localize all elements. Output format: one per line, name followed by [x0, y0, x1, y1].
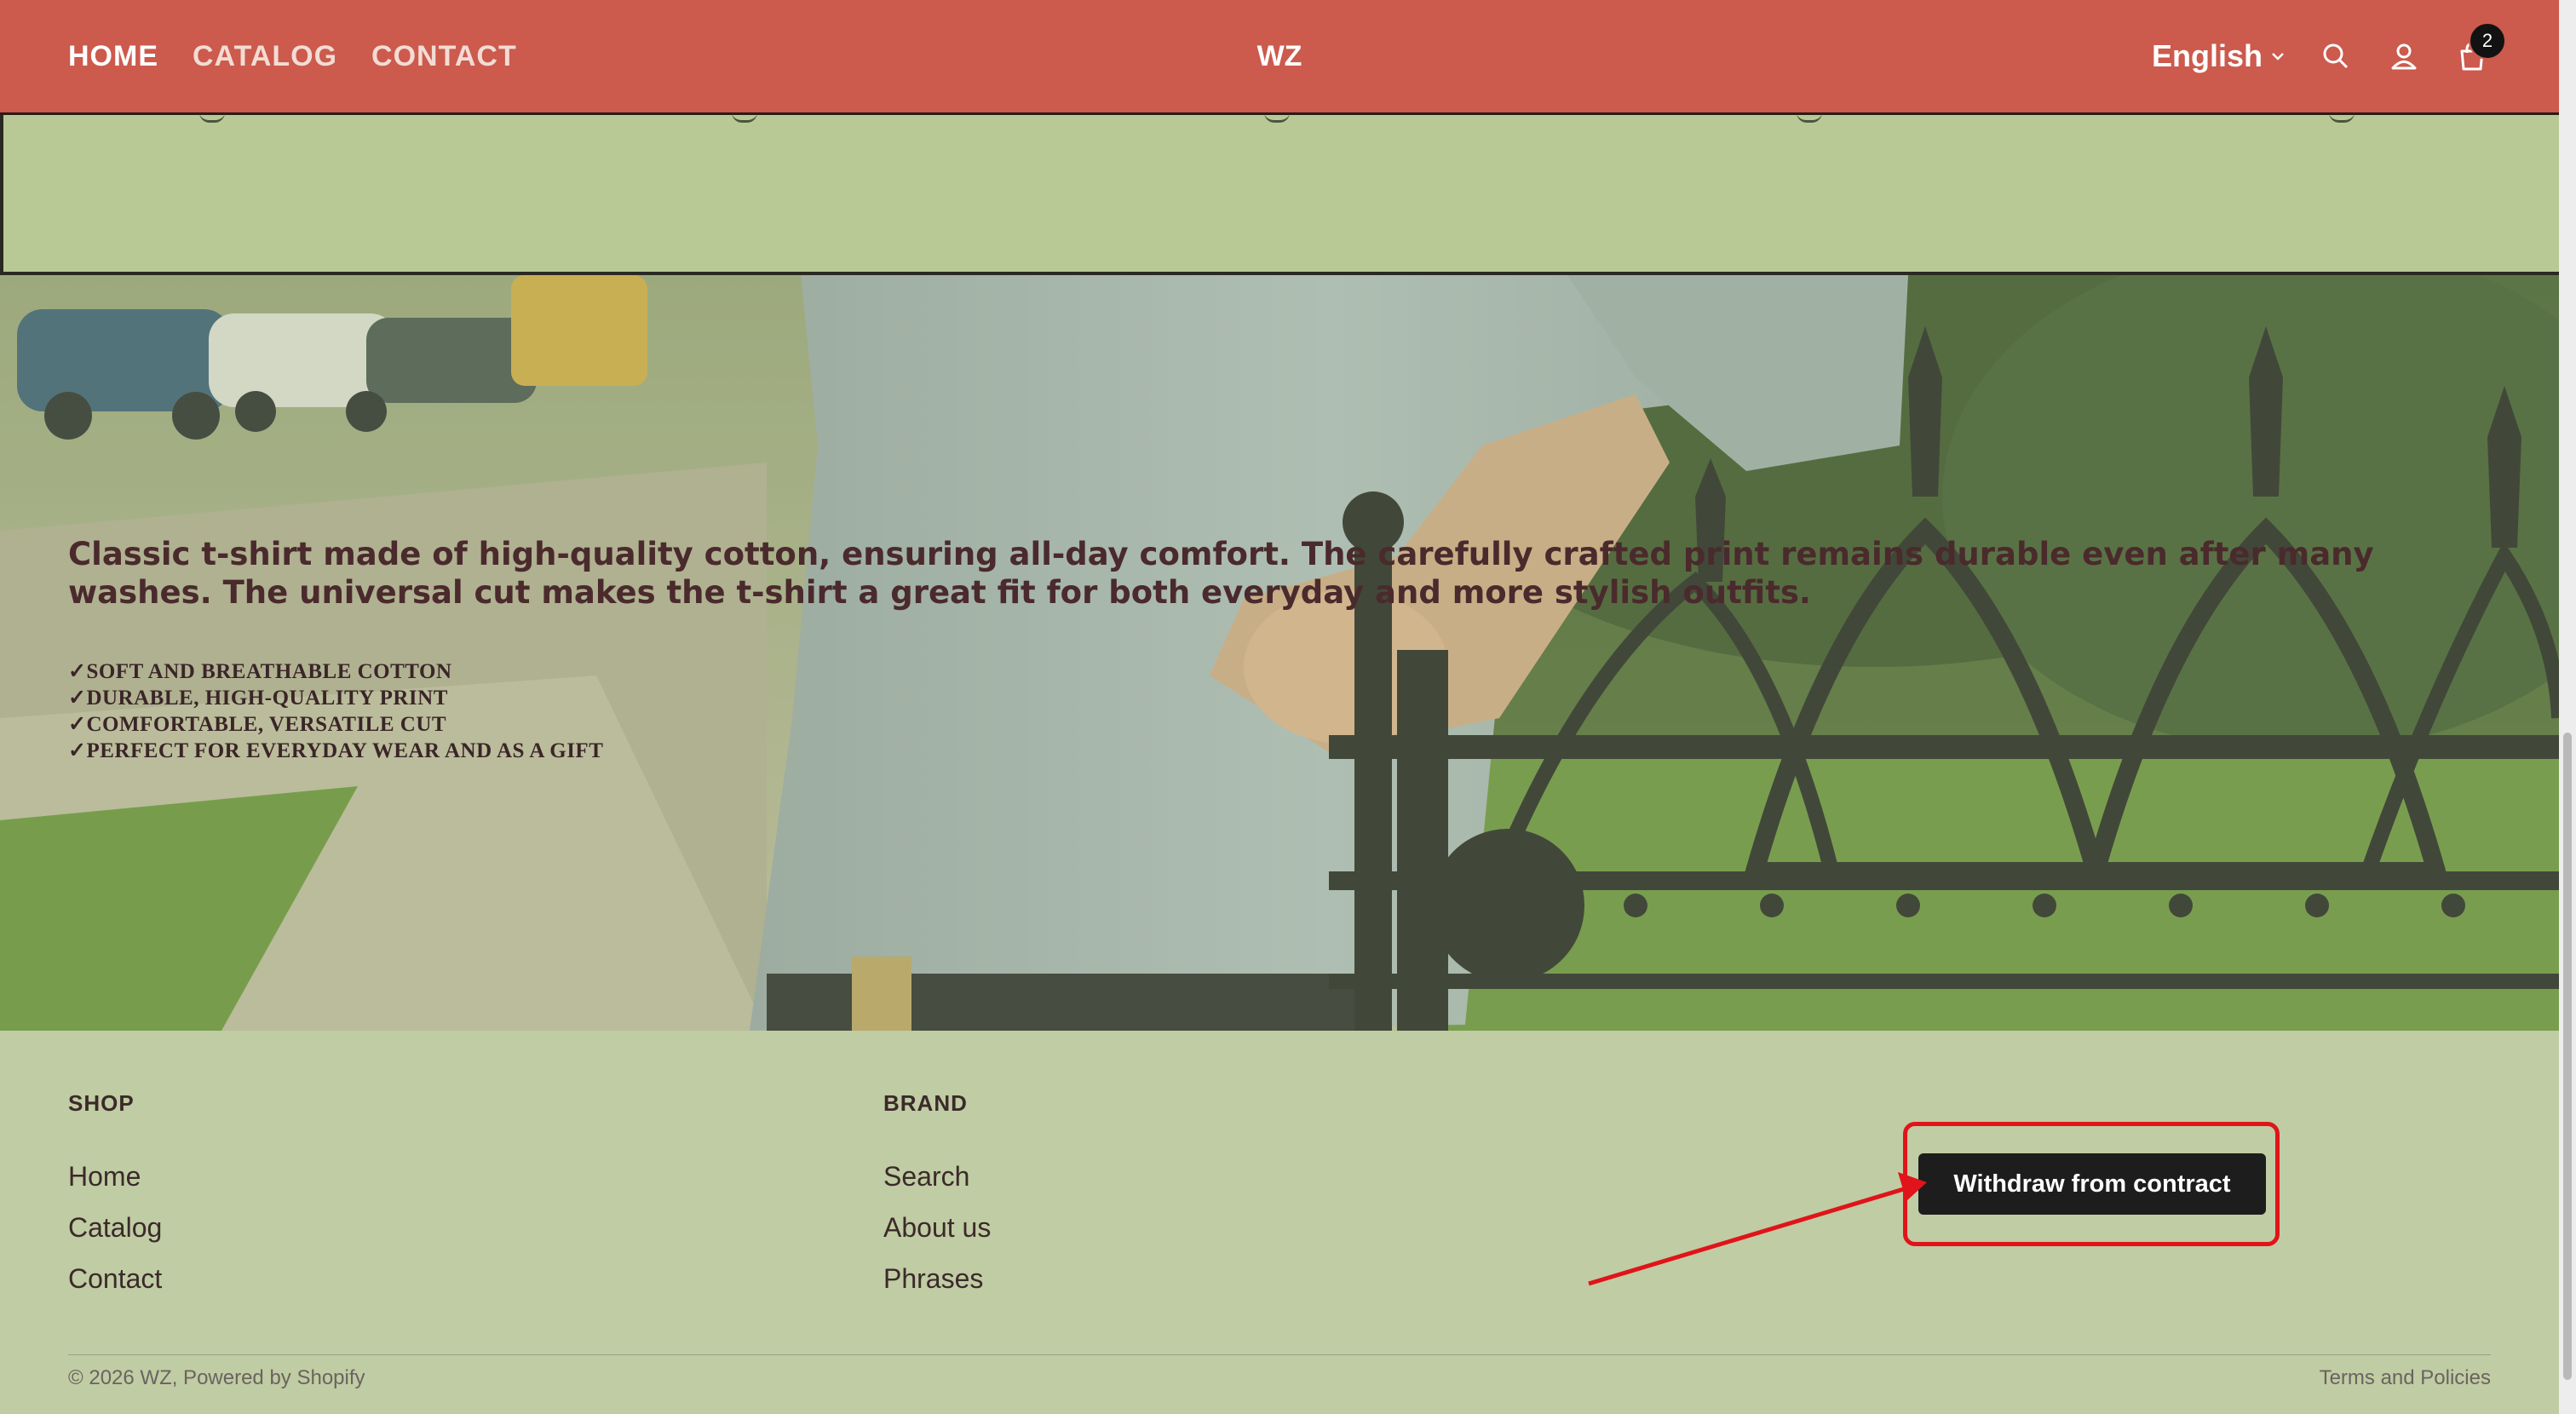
site-footer: SHOP Home Catalog Contact BRAND Search A…	[0, 1031, 2559, 1414]
product-description: Classic t-shirt made of high-quality cot…	[68, 536, 2374, 611]
footer-link-about[interactable]: About us	[883, 1202, 991, 1253]
cart-button[interactable]: 2	[2453, 22, 2506, 75]
nav-home[interactable]: HOME	[68, 40, 158, 73]
footer-brand-column: BRAND Search About us Phrases	[883, 1090, 991, 1304]
feature-item: ✓PERFECT FOR EVERYDAY WEAR AND AS A GIFT	[68, 739, 604, 762]
footer-link-home[interactable]: Home	[68, 1151, 162, 1202]
withdraw-contract-button[interactable]: Withdraw from contract	[1918, 1153, 2266, 1215]
strip-mark	[1264, 112, 1290, 123]
footer-shop-heading: SHOP	[68, 1090, 135, 1116]
feature-list: ✓SOFT AND BREATHABLE COTTON ✓DURABLE, HI…	[68, 658, 603, 764]
footer-divider	[68, 1354, 2491, 1355]
language-selector[interactable]: English	[2152, 38, 2286, 74]
page-scrollbar[interactable]	[2559, 0, 2576, 1414]
header-actions: English 2	[2152, 0, 2506, 112]
user-icon	[2391, 43, 2417, 70]
main-nav: HOME CATALOG CONTACT	[68, 0, 517, 112]
search-button[interactable]	[2317, 37, 2355, 75]
account-button[interactable]	[2385, 37, 2423, 75]
search-icon	[2323, 43, 2349, 69]
footer-link-contact[interactable]: Contact	[68, 1253, 162, 1304]
hero-tint	[0, 275, 2559, 1031]
feature-item: ✓COMFORTABLE, VERSATILE CUT	[68, 713, 447, 736]
strip-mark	[732, 112, 757, 123]
strip-mark	[199, 112, 225, 123]
scrollbar-thumb[interactable]	[2563, 733, 2572, 1380]
copyright-text: © 2026 WZ, Powered by Shopify	[68, 1366, 365, 1389]
nav-contact[interactable]: CONTACT	[371, 40, 517, 73]
store-page: HOME CATALOG CONTACT WZ English 2 Classi…	[0, 0, 2559, 1414]
strip-mark	[2329, 112, 2355, 123]
footer-link-search[interactable]: Search	[883, 1151, 991, 1202]
terms-policies-link[interactable]: Terms and Policies	[2320, 1366, 2491, 1390]
product-strip	[0, 115, 2559, 275]
language-label: English	[2151, 38, 2263, 73]
footer-shop-column: SHOP Home Catalog Contact	[68, 1090, 162, 1304]
cart-count-badge: 2	[2469, 22, 2506, 60]
site-header: HOME CATALOG CONTACT WZ English 2	[0, 0, 2559, 115]
footer-link-catalog[interactable]: Catalog	[68, 1202, 162, 1253]
hero-banner: Classic t-shirt made of high-quality cot…	[0, 275, 2559, 1031]
footer-brand-heading: BRAND	[883, 1090, 968, 1116]
feature-item: ✓DURABLE, HIGH-QUALITY PRINT	[68, 687, 448, 710]
footer-link-phrases[interactable]: Phrases	[883, 1253, 991, 1304]
chevron-down-icon	[2272, 53, 2284, 60]
strip-mark	[1797, 112, 1822, 123]
feature-item: ✓SOFT AND BREATHABLE COTTON	[68, 660, 452, 683]
nav-catalog[interactable]: CATALOG	[193, 40, 337, 73]
